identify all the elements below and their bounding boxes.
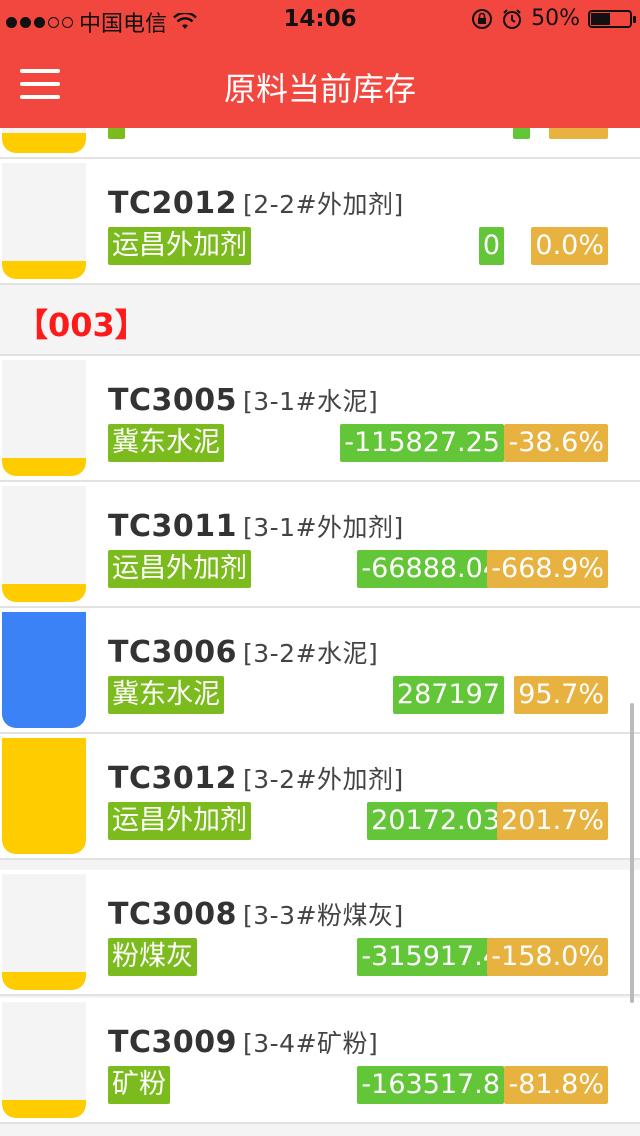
- tank-code: TC3012: [108, 761, 237, 796]
- tank-code: TC3011: [108, 509, 237, 544]
- tank-code: TC3005: [108, 383, 237, 418]
- quantity-badge: 287197: [392, 676, 504, 714]
- tank-location: [3-2#外加剂]: [242, 765, 404, 794]
- list-item[interactable]: TC3006 [3-2#水泥] 冀东水泥 287197 95.7%: [0, 608, 640, 734]
- tank-level-fill: [2, 738, 86, 854]
- page-title: 原料当前库存: [223, 70, 416, 108]
- tank-level-fill: [2, 612, 86, 728]
- percent-badge: 0.0%: [531, 227, 608, 265]
- list-item[interactable]: [0, 128, 640, 159]
- tank-code-line: TC2012 [2-2#外加剂]: [108, 185, 404, 221]
- rotation-lock-icon: [472, 8, 493, 29]
- tank-location: [2-2#外加剂]: [242, 190, 404, 219]
- material-tag: [108, 128, 125, 139]
- tank-level-fill: [2, 1100, 86, 1118]
- list-item[interactable]: TC3009 [3-4#矿粉] 矿粉 -163517.8 -81.8%: [0, 998, 640, 1124]
- material-tag: 运昌外加剂: [108, 550, 251, 588]
- tank-code: TC3008: [108, 897, 237, 932]
- list-item[interactable]: TC3012 [3-2#外加剂] 运昌外加剂 20172.03 201.7%: [0, 734, 640, 860]
- percent-badge: -81.8%: [504, 1066, 608, 1104]
- list-item[interactable]: TC3005 [3-1#水泥] 冀东水泥 -115827.25 -38.6%: [0, 356, 640, 482]
- tank-location: [3-3#粉煤灰]: [242, 901, 404, 930]
- quantity-badge: -163517.8: [357, 1066, 504, 1104]
- tank-code-line: TC3008 [3-3#粉煤灰]: [108, 896, 404, 932]
- material-tag: 矿粉: [108, 1066, 170, 1104]
- group-header: 【003】: [0, 286, 640, 356]
- battery-percent: 50%: [531, 6, 580, 31]
- tank-level-fill: [2, 261, 86, 279]
- tank-code-line: TC3006 [3-2#水泥]: [108, 634, 378, 670]
- tank-level-fill: [2, 133, 86, 153]
- tank-code-line: TC3005 [3-1#水泥]: [108, 382, 378, 418]
- alarm-icon: [503, 8, 522, 29]
- material-tag: 运昌外加剂: [108, 227, 251, 265]
- tank-location: [3-4#矿粉]: [242, 1029, 379, 1058]
- tank-level-fill: [2, 584, 86, 602]
- nav-bar: 原料当前库存: [0, 40, 640, 128]
- inventory-list[interactable]: TC2012 [2-2#外加剂] 运昌外加剂 0 0.0% 【003】 TC300…: [0, 128, 640, 1136]
- percent-badge: [548, 128, 608, 139]
- list-item[interactable]: TC3008 [3-3#粉煤灰] 粉煤灰 -315917.4 -158.0%: [0, 870, 640, 996]
- tank-level-indicator: [2, 486, 86, 602]
- percent-badge: -38.6%: [504, 424, 608, 462]
- quantity-badge: -115827.25: [340, 424, 504, 462]
- material-tag: 冀东水泥: [108, 424, 224, 462]
- tank-level-indicator: [2, 1002, 86, 1118]
- tank-code: TC2012: [108, 186, 237, 221]
- percent-badge: 95.7%: [514, 676, 608, 714]
- tank-code-line: TC3011 [3-1#外加剂]: [108, 508, 404, 544]
- tank-code-line: TC3009 [3-4#矿粉]: [108, 1024, 378, 1060]
- list-item[interactable]: TC2012 [2-2#外加剂] 运昌外加剂 0 0.0%: [0, 159, 640, 285]
- tank-level-indicator: [2, 874, 86, 990]
- status-right: 50%: [471, 6, 636, 31]
- quantity-badge: [513, 128, 530, 139]
- percent-badge: 201.7%: [497, 802, 608, 840]
- tank-level-fill: [2, 972, 86, 990]
- tank-location: [3-1#水泥]: [242, 387, 379, 416]
- quantity-badge: -315917.4: [357, 938, 504, 976]
- quantity-badge: -66888.04: [357, 550, 504, 588]
- tank-level-indicator: [2, 163, 86, 279]
- tank-location: [3-2#水泥]: [242, 639, 379, 668]
- material-tag: 粉煤灰: [108, 938, 197, 976]
- percent-badge: -668.9%: [487, 550, 608, 588]
- tank-code: TC3009: [108, 1025, 237, 1060]
- material-tag: 运昌外加剂: [108, 802, 251, 840]
- list-item[interactable]: TC3011 [3-1#外加剂] 运昌外加剂 -66888.04 -668.9%: [0, 482, 640, 608]
- tank-code: TC3006: [108, 635, 237, 670]
- tank-level-fill: [2, 458, 86, 476]
- quantity-badge: 20172.03: [367, 802, 504, 840]
- tank-level-indicator: [2, 738, 86, 854]
- tank-level-indicator: [2, 128, 86, 153]
- tank-location: [3-1#外加剂]: [242, 513, 404, 542]
- scrollbar[interactable]: [630, 703, 634, 1003]
- percent-badge: -158.0%: [487, 938, 608, 976]
- tank-level-indicator: [2, 612, 86, 728]
- quantity-badge: 0: [478, 227, 504, 265]
- status-bar: 中国电信 14:06 50%: [0, 0, 640, 40]
- material-tag: 冀东水泥: [108, 676, 224, 714]
- group-title: 【003】: [16, 306, 147, 344]
- tank-code-line: TC3012 [3-2#外加剂]: [108, 760, 404, 796]
- tank-level-indicator: [2, 360, 86, 476]
- battery-icon: [588, 9, 636, 28]
